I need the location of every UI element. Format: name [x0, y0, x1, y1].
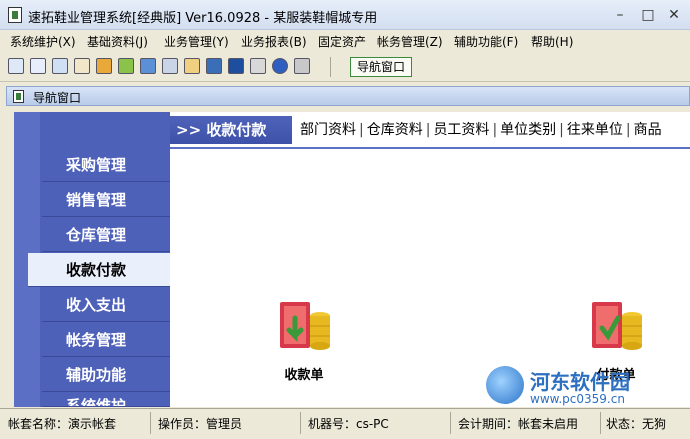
watermark: 河东软件园 www.pc0359.cn	[486, 364, 690, 410]
status-account: 帐套名称：演示帐套	[8, 417, 117, 431]
status-state: 状态：无狗	[606, 417, 667, 431]
sidebar-item-payments[interactable]: 收款付款	[28, 253, 170, 287]
window-title: 速拓鞋业管理系统[经典版] Ver16.0928 - 某服装鞋帽城专用	[28, 11, 378, 26]
link-products[interactable]: 商品	[634, 122, 662, 138]
status-divider	[600, 412, 601, 434]
status-machine: 机器号：cs-PC	[308, 417, 389, 431]
sidebar-item-warehouse[interactable]: 仓库管理	[42, 218, 170, 252]
watermark-url: www.pc0359.cn	[530, 392, 625, 406]
status-period: 会计期间：帐套未启用	[458, 417, 579, 431]
receipt-label: 收款单	[284, 368, 324, 383]
help-icon[interactable]	[272, 58, 288, 74]
link-departments[interactable]: 部门资料	[300, 122, 356, 138]
exit-icon[interactable]	[294, 58, 310, 74]
search-doc-icon[interactable]	[74, 58, 90, 74]
nav-window-button[interactable]: 导航窗口	[350, 57, 412, 77]
menu-bar: 系统维护(X) 基础资料(J) 业务管理(Y) 业务报表(B) 固定资产 帐务管…	[0, 30, 690, 52]
status-divider	[150, 412, 151, 434]
sidebar-item-system[interactable]: 系统维护	[42, 393, 170, 407]
inner-window-title-bar: 导航窗口	[6, 86, 690, 106]
sidebar-item-accounting[interactable]: 帐务管理	[42, 323, 170, 357]
monitor-icon[interactable]	[206, 58, 222, 74]
maximize-button[interactable]: □	[638, 6, 658, 24]
sidebar-item-sales[interactable]: 销售管理	[42, 183, 170, 217]
receipt-icon	[272, 296, 336, 360]
windows-icon[interactable]	[52, 58, 68, 74]
menu-accounting[interactable]: 帐务管理(Z)	[377, 33, 443, 50]
form-icon[interactable]	[30, 58, 46, 74]
sidebar-item-tools[interactable]: 辅助功能	[42, 358, 170, 392]
menu-business[interactable]: 业务管理(Y)	[164, 33, 229, 50]
link-employees[interactable]: 员工资料	[433, 122, 489, 138]
link-separator: |	[559, 122, 564, 138]
status-divider	[450, 412, 451, 434]
link-unit-types[interactable]: 单位类别	[500, 122, 556, 138]
grid-icon[interactable]	[8, 58, 24, 74]
minimize-button[interactable]: –	[610, 6, 630, 24]
app-icon	[8, 7, 22, 23]
section-title: >> 收款付款	[170, 116, 292, 144]
watermark-name: 河东软件园	[530, 370, 630, 394]
sales-icon[interactable]	[96, 58, 112, 74]
quick-links: 部门资料 | 仓库资料 | 员工资料 | 单位类别 | 往来单位 | 商品	[300, 119, 662, 139]
folder-icon[interactable]	[184, 58, 200, 74]
menu-tools[interactable]: 辅助功能(F)	[454, 33, 518, 50]
link-separator: |	[492, 122, 498, 138]
receipt-card[interactable]: 收款单	[264, 296, 344, 383]
users-icon[interactable]	[140, 58, 156, 74]
title-bar: 速拓鞋业管理系统[经典版] Ver16.0928 - 某服装鞋帽城专用 – □ …	[0, 0, 690, 30]
link-separator: |	[359, 122, 364, 138]
status-bar: 帐套名称：演示帐套 操作员：管理员 机器号：cs-PC 会计期间：帐套未启用 状…	[0, 408, 690, 439]
menu-reports[interactable]: 业务报表(B)	[241, 33, 307, 50]
menu-system[interactable]: 系统维护(X)	[10, 33, 76, 50]
toolbar-separator	[330, 57, 331, 77]
header-divider	[170, 147, 690, 149]
arrows-icon[interactable]	[118, 58, 134, 74]
payment-icon	[584, 296, 648, 360]
status-operator: 操作员：管理员	[158, 417, 243, 431]
status-divider	[300, 412, 301, 434]
printer-setup-icon[interactable]	[162, 58, 178, 74]
print-icon[interactable]	[250, 58, 266, 74]
watermark-logo-icon	[486, 366, 524, 404]
link-warehouses[interactable]: 仓库资料	[367, 122, 423, 138]
link-separator: |	[625, 122, 631, 138]
save-icon[interactable]	[228, 58, 244, 74]
toolbar: 导航窗口	[0, 52, 690, 82]
sidebar-item-income-expense[interactable]: 收入支出	[42, 288, 170, 322]
inner-window-title: 导航窗口	[33, 91, 82, 105]
menu-help[interactable]: 帮助(H)	[531, 33, 573, 50]
link-partners[interactable]: 往来单位	[567, 122, 623, 138]
sidebar-item-purchase[interactable]: 采购管理	[42, 148, 170, 182]
nav-window-icon	[13, 90, 24, 103]
close-button[interactable]: ✕	[664, 6, 684, 24]
menu-basic-data[interactable]: 基础资料(J)	[87, 33, 148, 50]
menu-fixed-assets[interactable]: 固定资产	[318, 33, 366, 50]
link-separator: |	[425, 122, 431, 138]
